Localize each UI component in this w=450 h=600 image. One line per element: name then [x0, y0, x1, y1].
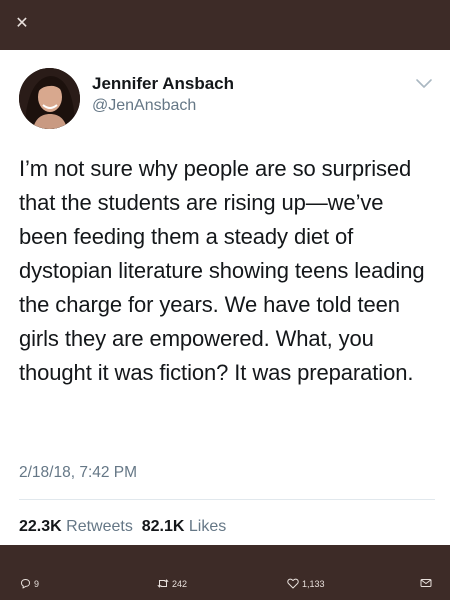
reply-button[interactable]: 9	[20, 578, 39, 589]
engagement-stats: 22.3K Retweets 82.1K Likes	[19, 518, 226, 536]
direct-message-button[interactable]	[420, 578, 435, 588]
top-bar: ✕	[0, 0, 450, 50]
retweet-button[interactable]: 242	[157, 578, 187, 589]
close-icon[interactable]: ✕	[10, 12, 34, 36]
mail-icon	[420, 579, 432, 587]
divider	[19, 499, 435, 500]
author-handle[interactable]: @JenAnsbach	[92, 97, 196, 115]
retweet-count: 242	[172, 578, 188, 589]
likes-stat[interactable]: 82.1K Likes	[142, 518, 227, 535]
like-button[interactable]: 1,133	[287, 578, 325, 589]
retweets-count: 22.3K	[19, 518, 62, 535]
likes-label: Likes	[188, 518, 227, 535]
tweet-text: I’m not sure why people are so surprised…	[19, 156, 425, 385]
author-name[interactable]: Jennifer Ansbach	[92, 74, 234, 94]
likes-count: 82.1K	[141, 518, 185, 535]
retweet-icon	[157, 579, 169, 588]
retweets-stat[interactable]: 22.3K Retweets	[19, 518, 133, 535]
reply-count: 9	[34, 578, 40, 589]
heart-icon	[287, 578, 299, 589]
tweet-timestamp: 2/18/18, 7:42 PM	[19, 464, 138, 481]
like-count: 1,133	[302, 578, 325, 589]
retweets-label: Retweets	[66, 518, 133, 535]
action-toolbar: 9 242 1,133	[0, 545, 450, 600]
tweet-card: Jennifer Ansbach @JenAnsbach I’m not sur…	[0, 50, 450, 545]
reply-icon	[21, 579, 30, 589]
chevron-down-icon[interactable]	[414, 76, 434, 90]
avatar[interactable]	[19, 68, 80, 129]
